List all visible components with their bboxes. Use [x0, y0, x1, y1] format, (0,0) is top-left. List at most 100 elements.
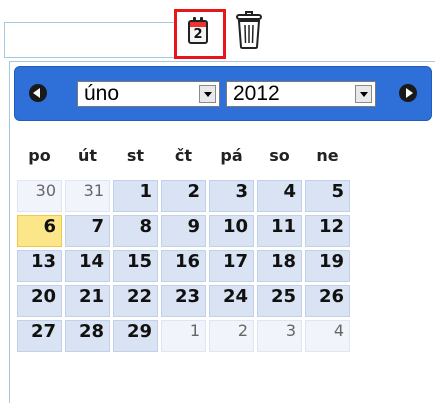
- calendar-week-row: 30 31 1 2 3 4 5: [17, 180, 350, 212]
- calendar-day-cell[interactable]: 17: [209, 250, 254, 282]
- calendar-day-cell[interactable]: 1: [113, 180, 158, 212]
- calendar-day-cell[interactable]: 8: [113, 215, 158, 247]
- calendar-day[interactable]: 11: [257, 215, 302, 247]
- calendar-day[interactable]: 21: [65, 285, 110, 317]
- calendar-button[interactable]: 2: [174, 9, 226, 59]
- calendar-day[interactable]: 29: [113, 320, 158, 352]
- calendar-day-cell[interactable]: 5: [305, 180, 350, 212]
- calendar-week-row: 27 28 29 1 2 3 4: [17, 320, 350, 352]
- calendar-day-cell[interactable]: 2: [161, 180, 206, 212]
- calendar-day-cell[interactable]: 1: [161, 320, 206, 352]
- calendar-week-row: 6 7 8 9 10 11 12: [17, 215, 350, 247]
- weekday-header: út: [77, 145, 98, 165]
- weekday-header: so: [269, 145, 290, 165]
- calendar-day-today[interactable]: 6: [17, 215, 62, 247]
- calendar-grid: po út st čt pá so ne 30 31 1 2 3 4 5 6 7 8 9 10 11 12…: [14, 130, 353, 355]
- calendar-day-cell[interactable]: 14: [65, 250, 110, 282]
- calendar-day[interactable]: 22: [113, 285, 158, 317]
- calendar-day-cell[interactable]: 4: [257, 180, 302, 212]
- calendar-day-cell[interactable]: 25: [257, 285, 302, 317]
- prev-month-button[interactable]: [29, 84, 47, 102]
- calendar-day-other-month[interactable]: 2: [209, 320, 254, 352]
- calendar-day-cell[interactable]: 24: [209, 285, 254, 317]
- calendar-day[interactable]: 14: [65, 250, 110, 282]
- calendar-day[interactable]: 7: [65, 215, 110, 247]
- calendar-day-cell[interactable]: 11: [257, 215, 302, 247]
- calendar-day-cell[interactable]: 4: [305, 320, 350, 352]
- calendar-week-row: 13 14 15 16 17 18 19: [17, 250, 350, 282]
- calendar-day[interactable]: 2: [161, 180, 206, 212]
- calendar-day-cell[interactable]: 29: [113, 320, 158, 352]
- calendar-day[interactable]: 9: [161, 215, 206, 247]
- calendar-day-cell[interactable]: 23: [161, 285, 206, 317]
- year-select-value: 2012: [233, 82, 280, 105]
- calendar-day[interactable]: 25: [257, 285, 302, 317]
- calendar-day[interactable]: 24: [209, 285, 254, 317]
- calendar-day[interactable]: 3: [209, 180, 254, 212]
- calendar-day[interactable]: 10: [209, 215, 254, 247]
- calendar-day-cell[interactable]: 2: [209, 320, 254, 352]
- calendar-day[interactable]: 8: [113, 215, 158, 247]
- weekday-header: čt: [174, 145, 193, 165]
- calendar-day-cell[interactable]: 16: [161, 250, 206, 282]
- datepicker: úno 2012 po út st čt pá so ne 30 31 1 2 3 4 5 6…: [9, 61, 435, 403]
- calendar-day-other-month[interactable]: 1: [161, 320, 206, 352]
- calendar-week-row: 20 21 22 23 24 25 26: [17, 285, 350, 317]
- calendar-day-cell[interactable]: 26: [305, 285, 350, 317]
- prev-arrow-icon: [33, 88, 40, 98]
- next-month-button[interactable]: [399, 84, 417, 102]
- calendar-day[interactable]: 12: [305, 215, 350, 247]
- calendar-day-other-month[interactable]: 30: [17, 180, 62, 212]
- calendar-day[interactable]: 20: [17, 285, 62, 317]
- calendar-day[interactable]: 15: [113, 250, 158, 282]
- calendar-day-cell[interactable]: 19: [305, 250, 350, 282]
- calendar-day-cell[interactable]: 28: [65, 320, 110, 352]
- calendar-day-cell[interactable]: 15: [113, 250, 158, 282]
- calendar-day[interactable]: 17: [209, 250, 254, 282]
- calendar-day-cell[interactable]: 3: [209, 180, 254, 212]
- month-select-value: úno: [84, 82, 120, 105]
- weekday-header: st: [126, 145, 145, 165]
- calendar-day[interactable]: 26: [305, 285, 350, 317]
- calendar-day-cell[interactable]: 9: [161, 215, 206, 247]
- calendar-day-cell[interactable]: 7: [65, 215, 110, 247]
- calendar-day[interactable]: 13: [17, 250, 62, 282]
- calendar-day-other-month[interactable]: 4: [305, 320, 350, 352]
- calendar-day-cell[interactable]: 30: [17, 180, 62, 212]
- calendar-day-cell[interactable]: 31: [65, 180, 110, 212]
- calendar-day-cell[interactable]: 21: [65, 285, 110, 317]
- weekday-header-row: po út st čt pá so ne: [17, 133, 350, 177]
- calendar-day-cell[interactable]: 10: [209, 215, 254, 247]
- weekday-header: pá: [220, 145, 243, 165]
- calendar-day[interactable]: 18: [257, 250, 302, 282]
- calendar-day[interactable]: 27: [17, 320, 62, 352]
- weekday-header: po: [28, 145, 51, 165]
- calendar-day[interactable]: 23: [161, 285, 206, 317]
- calendar-day-cell[interactable]: 27: [17, 320, 62, 352]
- calendar-day-other-month[interactable]: 31: [65, 180, 110, 212]
- month-select[interactable]: úno: [77, 81, 220, 107]
- calendar-day-other-month[interactable]: 3: [257, 320, 302, 352]
- trash-icon[interactable]: [234, 10, 264, 50]
- date-input[interactable]: [4, 22, 176, 58]
- datepicker-header: úno 2012: [14, 66, 432, 121]
- calendar-day[interactable]: 4: [257, 180, 302, 212]
- calendar-icon-number: 2: [193, 27, 203, 42]
- calendar-day-cell[interactable]: 13: [17, 250, 62, 282]
- calendar-day[interactable]: 16: [161, 250, 206, 282]
- calendar-icon: 2: [188, 17, 208, 44]
- calendar-day-cell[interactable]: 6: [17, 215, 62, 247]
- calendar-day-cell[interactable]: 20: [17, 285, 62, 317]
- calendar-day-cell[interactable]: 12: [305, 215, 350, 247]
- year-select[interactable]: 2012: [226, 81, 376, 107]
- next-arrow-icon: [406, 88, 413, 98]
- calendar-day[interactable]: 5: [305, 180, 350, 212]
- calendar-day[interactable]: 19: [305, 250, 350, 282]
- calendar-day-cell[interactable]: 3: [257, 320, 302, 352]
- chevron-down-icon: [355, 85, 372, 103]
- weekday-header: ne: [316, 145, 339, 165]
- calendar-day[interactable]: 1: [113, 180, 158, 212]
- calendar-day-cell[interactable]: 22: [113, 285, 158, 317]
- calendar-day-cell[interactable]: 18: [257, 250, 302, 282]
- calendar-day[interactable]: 28: [65, 320, 110, 352]
